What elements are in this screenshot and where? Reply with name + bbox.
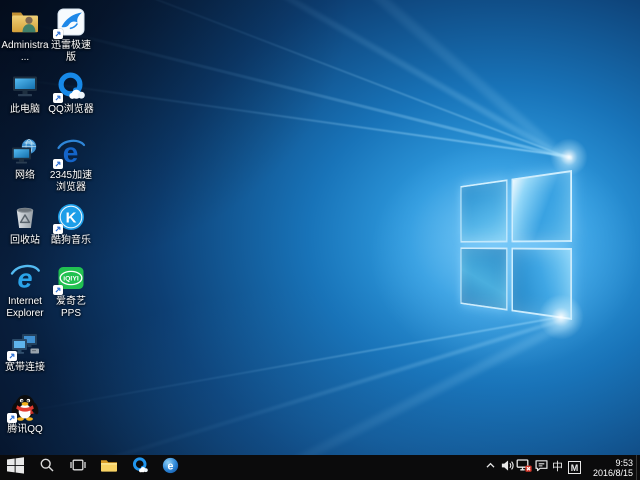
light-flare — [550, 138, 588, 176]
action-center-icon — [534, 458, 549, 478]
search-button[interactable] — [31, 455, 62, 480]
windows-logo-pane — [460, 179, 507, 242]
user-folder-icon — [9, 6, 41, 38]
svg-text:e: e — [168, 460, 174, 472]
search-icon — [39, 457, 55, 478]
recycle-bin-icon — [9, 201, 41, 233]
taskbar-clock[interactable]: 9:53 2016/8/15 — [585, 458, 633, 478]
kugou-music-icon: K — [55, 201, 87, 233]
desktop-icon-label: 爱奇艺PPS — [47, 296, 95, 319]
desktop-icon-broadband[interactable]: 宽带连接 — [1, 328, 49, 374]
desktop-icon-label: 迅雷极速版 — [47, 40, 95, 63]
shortcut-arrow-icon — [7, 413, 17, 423]
volume-button[interactable] — [499, 455, 515, 480]
action-center-button[interactable] — [533, 455, 549, 480]
shortcut-arrow-icon — [53, 29, 63, 39]
desktop-icon-internet-explorer[interactable]: e Internet Explorer — [1, 262, 49, 319]
light-flare — [538, 294, 584, 340]
windows-desktop: Administra... 迅雷极速版 — [0, 0, 640, 480]
desktop-icon-recycle-bin[interactable]: 回收站 — [1, 201, 49, 247]
desktop-icon-iqiyi-pps[interactable]: iQIYI 爱奇艺PPS — [47, 262, 95, 319]
task-view-icon — [70, 457, 86, 478]
desktop-icon-label: QQ浏览器 — [48, 104, 94, 116]
network-status-button[interactable] — [516, 455, 532, 480]
desktop-icon-label: Internet Explorer — [1, 296, 49, 319]
ime-mode-badge[interactable]: M — [568, 461, 581, 474]
start-button[interactable] — [0, 455, 31, 480]
shortcut-arrow-icon — [53, 224, 63, 234]
clock-date: 2016/8/15 — [593, 468, 633, 478]
speaker-icon — [500, 458, 515, 478]
show-desktop-button[interactable] — [636, 455, 640, 480]
desktop-icon-tencent-qq[interactable]: 腾讯QQ — [1, 390, 49, 436]
desktop-icon-network[interactable]: 网络 — [1, 136, 49, 182]
desktop-icon-kugou-music[interactable]: K 酷狗音乐 — [47, 201, 95, 247]
windows-logo-pane — [512, 170, 572, 242]
xunlei-bird-icon — [55, 6, 87, 38]
svg-text:K: K — [66, 210, 77, 227]
windows-logo-pane — [460, 247, 507, 310]
desktop-icon-label: 宽带连接 — [5, 362, 45, 374]
taskbar-2345-browser-button[interactable]: e — [155, 455, 186, 480]
desktop-icon-label: 网络 — [15, 170, 35, 182]
desktop-icon-label: 2345加速浏览器 — [47, 170, 95, 193]
desktop-icon-label: 回收站 — [10, 235, 40, 247]
task-view-button[interactable] — [62, 455, 93, 480]
desktop-wallpaper[interactable] — [0, 0, 640, 455]
desktop-icon-label: 此电脑 — [10, 104, 40, 116]
system-tray: 中 M — [482, 455, 583, 480]
desktop-icon-this-pc[interactable]: 此电脑 — [1, 70, 49, 116]
desktop-icon-label: Administra... — [1, 40, 49, 63]
svg-text:iQIYI: iQIYI — [63, 276, 79, 283]
ime-language-indicator[interactable]: 中 — [550, 455, 565, 480]
desktop-icon-administrator[interactable]: Administra... — [1, 6, 49, 63]
desktop-icon-label: 腾讯QQ — [7, 424, 43, 436]
computer-icon — [9, 70, 41, 102]
desktop-icon-xunlei[interactable]: 迅雷极速版 — [47, 6, 95, 63]
desktop-icon-2345-browser[interactable]: e 2345加速浏览器 — [47, 136, 95, 193]
taskbar: e — [0, 455, 640, 480]
clock-time: 9:53 — [615, 458, 633, 468]
qq-penguin-icon — [9, 390, 41, 422]
network-disconnected-icon — [516, 457, 532, 478]
file-explorer-button[interactable] — [93, 455, 124, 480]
taskbar-qq-browser-button[interactable] — [124, 455, 155, 480]
iqiyi-icon: iQIYI — [55, 262, 87, 294]
desktop-icon-qq-browser[interactable]: QQ浏览器 — [47, 70, 95, 116]
shortcut-arrow-icon — [53, 285, 63, 295]
chevron-up-icon — [484, 459, 497, 477]
internet-explorer-icon: e — [9, 262, 41, 294]
shortcut-arrow-icon — [53, 93, 63, 103]
shortcut-arrow-icon — [53, 159, 63, 169]
network-globe-icon — [9, 136, 41, 168]
hidden-icons-button[interactable] — [482, 455, 498, 480]
windows-start-icon — [7, 457, 24, 479]
2345-browser-icon: e — [55, 136, 87, 168]
desktop-icon-label: 酷狗音乐 — [51, 235, 91, 247]
file-explorer-icon — [100, 457, 118, 478]
2345-browser-ball-icon: e — [162, 457, 179, 479]
shortcut-arrow-icon — [7, 351, 17, 361]
qq-browser-icon — [131, 456, 149, 479]
broadband-connection-icon — [9, 328, 41, 360]
qq-browser-icon — [55, 70, 87, 102]
